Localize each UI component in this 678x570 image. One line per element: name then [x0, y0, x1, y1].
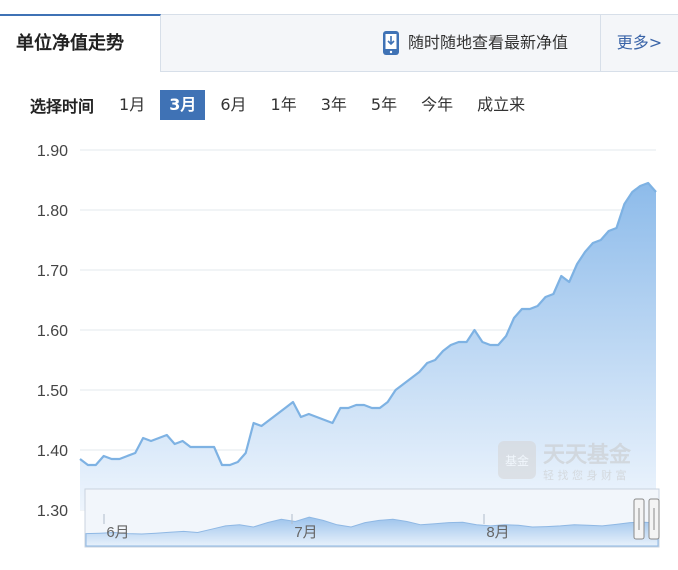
watermark-badge: 基金	[505, 453, 529, 468]
x-tick-label: 8月	[486, 524, 509, 541]
y-tick-label: 1.80	[37, 203, 68, 220]
y-tick-label: 1.70	[37, 263, 68, 280]
y-tick-label: 1.40	[37, 443, 68, 460]
y-tick-label: 1.30	[37, 503, 68, 520]
nav-chart-panel: 单位净值走势 随时随地查看最新净值 更多> 选择时间 1月 3月 6月 1年 3年 5年今…	[0, 0, 678, 570]
watermark-name: 天天基金	[543, 442, 632, 468]
x-tick-label: 6月	[106, 524, 129, 541]
y-tick-label: 1.50	[37, 383, 68, 400]
watermark-slogan: 轻 找 您 身 财 富	[543, 468, 626, 482]
nav-area-chart: 1.90 1.80 1.70 1.60 1.50 1.40 1.30 基金 天天基金 轻 找…	[37, 143, 660, 548]
y-tick-label: 1.60	[37, 323, 68, 340]
x-tick-label: 7月	[294, 524, 317, 541]
watermark: 基金 天天基金 轻 找 您 身 财 富	[498, 441, 632, 482]
y-tick-label: 1.90	[37, 143, 68, 160]
y-axis: 1.90 1.80 1.70 1.60 1.50 1.40 1.30	[37, 143, 68, 520]
range-navigator[interactable]: 6月 7月 8月	[84, 488, 660, 548]
